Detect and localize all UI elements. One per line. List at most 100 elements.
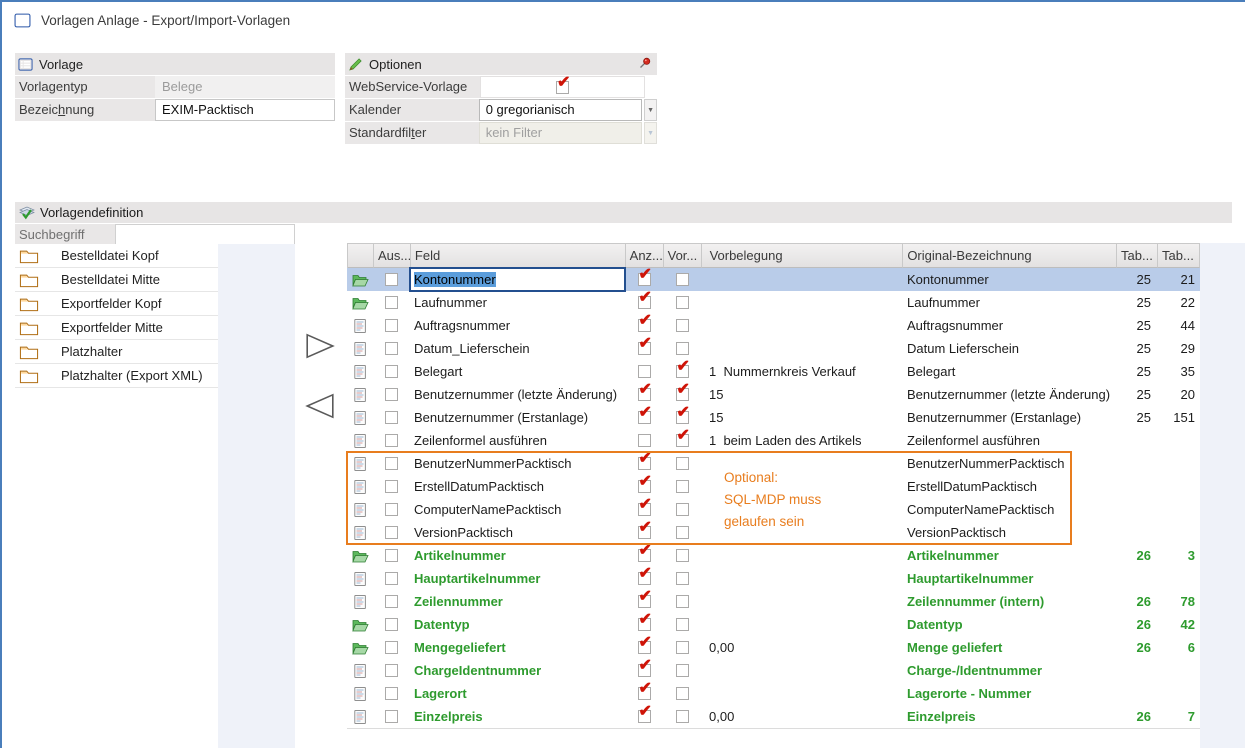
aus-checkbox[interactable]	[385, 503, 398, 516]
vor-checkbox[interactable]	[676, 480, 689, 493]
feld-cell[interactable]: Datum_Lieferschein	[410, 337, 625, 360]
table-row[interactable]: Datum_Lieferschein ✔ Datum Lieferschein …	[347, 337, 1200, 360]
anz-checkbox[interactable]: ✔	[638, 296, 651, 309]
vor-checkbox[interactable]	[676, 664, 689, 677]
aus-checkbox[interactable]	[385, 273, 398, 286]
anz-checkbox[interactable]: ✔	[638, 618, 651, 631]
vor-checkbox[interactable]: ✔	[676, 388, 689, 401]
aus-checkbox[interactable]	[385, 480, 398, 493]
vor-checkbox[interactable]: ✔	[676, 434, 689, 447]
anz-checkbox[interactable]: ✔	[638, 342, 651, 355]
feld-cell[interactable]: ComputerNamePacktisch	[410, 498, 625, 521]
vorbelegung-cell[interactable]: 1 Nummernkreis Verkauf	[701, 360, 903, 383]
table-row[interactable]: Mengegeliefert ✔ 0,00 Menge geliefert 26…	[347, 636, 1200, 659]
pin-button[interactable]	[638, 56, 652, 73]
vorbelegung-cell[interactable]: 15	[701, 383, 903, 406]
folder-item[interactable]: Platzhalter	[15, 340, 218, 364]
vorbelegung-cell[interactable]: 1 beim Laden des Artikels	[701, 429, 903, 452]
vor-checkbox[interactable]: ✔	[676, 411, 689, 424]
column-header-feld[interactable]: Feld	[411, 243, 626, 268]
table-row[interactable]: Belegart ✔ 1 Nummernkreis Verkauf Belega…	[347, 360, 1200, 383]
vor-checkbox[interactable]	[676, 457, 689, 470]
aus-checkbox[interactable]	[385, 296, 398, 309]
vorbelegung-cell[interactable]	[701, 544, 903, 567]
feld-cell[interactable]: Zeilenformel ausführen	[410, 429, 625, 452]
feld-cell[interactable]: Lagerort	[410, 682, 625, 705]
table-row[interactable]: ChargeIdentnummer ✔ Charge-/Identnummer	[347, 659, 1200, 682]
feld-cell[interactable]: Kontonummer	[410, 268, 625, 291]
vor-checkbox[interactable]	[676, 710, 689, 723]
table-row[interactable]: Benutzernummer (letzte Änderung) ✔ ✔ 15 …	[347, 383, 1200, 406]
vor-checkbox[interactable]	[676, 503, 689, 516]
kalender-select[interactable]: 0 gregorianisch	[479, 99, 642, 121]
anz-checkbox[interactable]: ✔	[638, 388, 651, 401]
anz-checkbox[interactable]: ✔	[638, 457, 651, 470]
vor-checkbox[interactable]: ✔	[676, 365, 689, 378]
vor-checkbox[interactable]	[676, 526, 689, 539]
vor-checkbox[interactable]	[676, 296, 689, 309]
feld-cell[interactable]: Mengegeliefert	[410, 636, 625, 659]
aus-checkbox[interactable]	[385, 687, 398, 700]
table-row[interactable]: Kontonummer ✔ Kontonummer 25 21	[347, 268, 1200, 291]
field-edit-box[interactable]: Kontonummer	[409, 267, 626, 292]
aus-checkbox[interactable]	[385, 526, 398, 539]
anz-checkbox[interactable]: ✔	[638, 572, 651, 585]
vorbelegung-cell[interactable]	[701, 659, 903, 682]
vorbelegung-cell[interactable]	[701, 291, 903, 314]
aus-checkbox[interactable]	[385, 595, 398, 608]
anz-checkbox[interactable]: ✔	[638, 641, 651, 654]
vorbelegung-cell[interactable]: 15	[701, 406, 903, 429]
column-header-icon[interactable]	[348, 243, 374, 268]
folder-item[interactable]: Exportfelder Mitte	[15, 316, 218, 340]
folder-item[interactable]: Bestelldatei Kopf	[15, 244, 218, 268]
vor-checkbox[interactable]	[676, 687, 689, 700]
column-header-vorbelegung[interactable]: Vorbelegung	[702, 243, 904, 268]
table-row[interactable]: Laufnummer ✔ Laufnummer 25 22	[347, 291, 1200, 314]
anz-checkbox[interactable]: ✔	[638, 503, 651, 516]
vor-checkbox[interactable]	[676, 641, 689, 654]
aus-checkbox[interactable]	[385, 664, 398, 677]
anz-checkbox[interactable]: ✔	[638, 411, 651, 424]
feld-cell[interactable]: Laufnummer	[410, 291, 625, 314]
feld-cell[interactable]: BenutzerNummerPacktisch	[410, 452, 625, 475]
feld-cell[interactable]: Artikelnummer	[410, 544, 625, 567]
vorbelegung-cell[interactable]	[701, 682, 903, 705]
search-input[interactable]	[115, 224, 295, 245]
aus-checkbox[interactable]	[385, 319, 398, 332]
anz-checkbox[interactable]: ✔	[638, 319, 651, 332]
feld-cell[interactable]: Datentyp	[410, 613, 625, 636]
move-right-button[interactable]	[303, 333, 337, 361]
vorbelegung-cell[interactable]	[701, 337, 903, 360]
anz-checkbox[interactable]: ✔	[638, 687, 651, 700]
feld-cell[interactable]: Hauptartikelnummer	[410, 567, 625, 590]
feld-cell[interactable]: Benutzernummer (Erstanlage)	[410, 406, 625, 429]
vorbelegung-cell[interactable]	[701, 613, 903, 636]
anz-checkbox[interactable]: ✔	[638, 710, 651, 723]
aus-checkbox[interactable]	[385, 342, 398, 355]
table-row[interactable]: Datentyp ✔ Datentyp 26 42	[347, 613, 1200, 636]
vorbelegung-cell[interactable]	[701, 314, 903, 337]
vor-checkbox[interactable]	[676, 549, 689, 562]
anz-checkbox[interactable]: ✔	[638, 526, 651, 539]
aus-checkbox[interactable]	[385, 411, 398, 424]
feld-cell[interactable]: ErstellDatumPacktisch	[410, 475, 625, 498]
folder-item[interactable]: Exportfelder Kopf	[15, 292, 218, 316]
column-header-aus[interactable]: Aus...	[374, 243, 411, 268]
move-left-button[interactable]	[303, 393, 337, 421]
feld-cell[interactable]: Benutzernummer (letzte Änderung)	[410, 383, 625, 406]
feld-cell[interactable]: Einzelpreis	[410, 705, 625, 728]
vorbelegung-cell[interactable]	[701, 590, 903, 613]
anz-checkbox[interactable]: ✔	[638, 549, 651, 562]
column-header-anz[interactable]: Anz...	[626, 243, 664, 268]
kalender-dropdown-button[interactable]: ▼	[644, 99, 657, 121]
aus-checkbox[interactable]	[385, 549, 398, 562]
aus-checkbox[interactable]	[385, 618, 398, 631]
feld-cell[interactable]: Zeilennummer	[410, 590, 625, 613]
table-row[interactable]: Zeilenformel ausführen ✔ 1 beim Laden de…	[347, 429, 1200, 452]
feld-cell[interactable]: VersionPacktisch	[410, 521, 625, 544]
anz-checkbox[interactable]	[638, 434, 651, 447]
feld-cell[interactable]: ChargeIdentnummer	[410, 659, 625, 682]
aus-checkbox[interactable]	[385, 434, 398, 447]
aus-checkbox[interactable]	[385, 365, 398, 378]
bezeichnung-input[interactable]: EXIM-Packtisch	[155, 99, 335, 121]
